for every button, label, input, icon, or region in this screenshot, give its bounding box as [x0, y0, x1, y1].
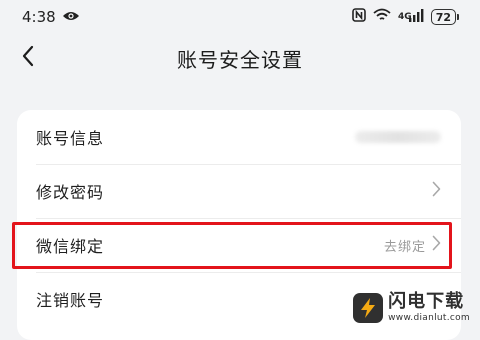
status-time: 4:38: [22, 8, 56, 26]
chevron-right-icon: [432, 181, 441, 201]
status-left: 4:38: [22, 8, 80, 26]
blurred-account-value: [355, 131, 441, 143]
battery-indicator: 72: [430, 9, 460, 25]
settings-item-right: [355, 131, 441, 143]
settings-item-right: 去绑定: [384, 235, 441, 255]
wechat-bind-status: 去绑定: [383, 239, 426, 255]
cellular-signal: 4G: [398, 8, 424, 26]
settings-item-account-info[interactable]: 账号信息: [17, 110, 461, 164]
settings-item-label: 微信绑定: [36, 237, 105, 256]
network-type: 4G: [398, 12, 412, 22]
back-button[interactable]: [12, 42, 44, 74]
nav-bar: 账号安全设置: [0, 34, 480, 82]
settings-item-label: 修改密码: [36, 183, 105, 202]
chevron-left-icon: [21, 45, 35, 71]
page-title: 账号安全设置: [177, 47, 303, 72]
settings-item-label: 账号信息: [36, 129, 105, 148]
settings-item-label: 注销账号: [36, 291, 105, 310]
settings-item-change-password[interactable]: 修改密码: [17, 164, 461, 218]
watermark-text: 闪电下载 www.dianlut.com: [388, 293, 470, 323]
wifi-icon: [373, 8, 391, 26]
eye-icon: [62, 8, 80, 26]
chevron-right-icon: [432, 235, 441, 255]
watermark-url: www.dianlut.com: [388, 313, 470, 323]
lightning-logo-icon: [353, 293, 384, 323]
watermark-brand: 闪电下载: [388, 291, 465, 312]
status-right: 4G 72: [352, 8, 460, 26]
nfc-icon: [352, 8, 366, 26]
settings-item-wechat-binding[interactable]: 微信绑定 去绑定: [17, 218, 461, 272]
watermark: 闪电下载 www.dianlut.com: [353, 293, 470, 323]
settings-item-right: [432, 181, 441, 201]
status-bar: 4:38 4G 72: [0, 0, 480, 34]
